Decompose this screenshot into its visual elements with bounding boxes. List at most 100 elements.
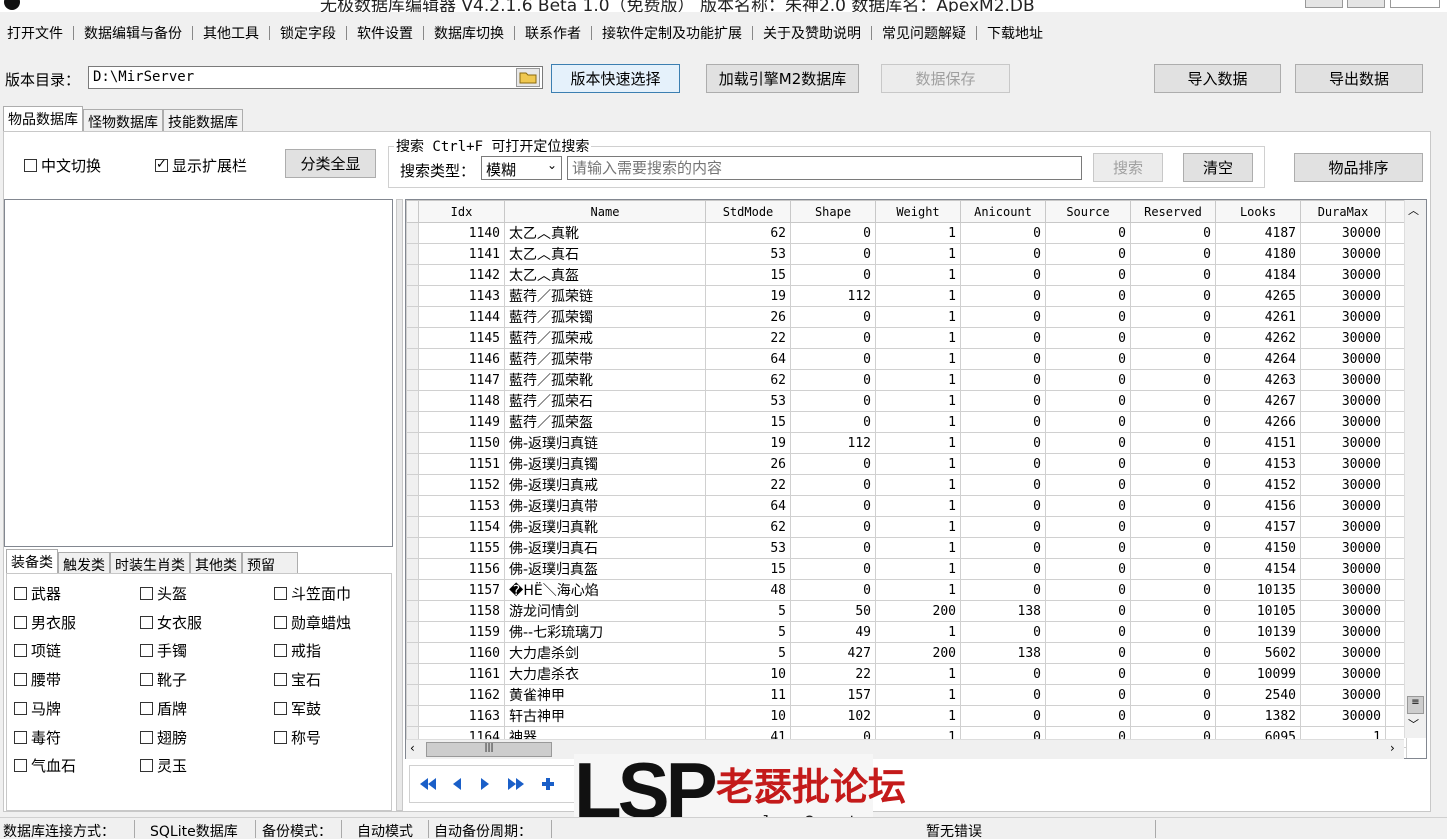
scroll-up-icon[interactable]: ︿ — [1408, 202, 1419, 218]
menu-item[interactable]: 数据编辑与备份 — [74, 23, 192, 43]
row-indicator[interactable] — [406, 243, 419, 265]
cell-shape[interactable]: 0 — [790, 453, 876, 475]
cell-source[interactable]: 0 — [1045, 600, 1131, 622]
cell-name[interactable]: 佛-返璞归真镯 — [504, 453, 706, 475]
table-row[interactable]: 1154 佛-返璞归真靴 62 0 1 0 0 0 4157 30000 — [406, 516, 1407, 538]
clear-button[interactable]: 清空 — [1183, 153, 1253, 182]
cell-shape[interactable]: 102 — [790, 705, 876, 727]
cell-reserved[interactable]: 0 — [1130, 621, 1216, 643]
cell-anicount[interactable]: 0 — [960, 705, 1046, 727]
cell-stdmode[interactable]: 15 — [705, 264, 791, 286]
cell-duramax[interactable]: 30000 — [1300, 495, 1386, 517]
row-indicator[interactable] — [406, 516, 419, 538]
row-indicator[interactable] — [406, 285, 419, 307]
cell-looks[interactable]: 4187 — [1215, 222, 1301, 244]
cell-looks[interactable]: 10139 — [1215, 621, 1301, 643]
add-record-icon[interactable] — [540, 776, 556, 792]
cell-duramax[interactable]: 30000 — [1300, 579, 1386, 601]
category-checkbox[interactable]: 宝石 — [274, 669, 321, 690]
cell-reserved[interactable]: 0 — [1130, 327, 1216, 349]
cell-anicount[interactable]: 0 — [960, 579, 1046, 601]
export-data-button[interactable]: 导出数据 — [1295, 64, 1423, 93]
cell-stdmode[interactable]: 10 — [705, 663, 791, 685]
cell-anicount[interactable]: 0 — [960, 327, 1046, 349]
cell-idx[interactable]: 1158 — [418, 600, 505, 622]
row-indicator[interactable] — [406, 411, 419, 433]
maximize-button[interactable] — [1347, 0, 1385, 8]
table-row[interactable]: 1152 佛-返璞归真戒 22 0 1 0 0 0 4152 30000 — [406, 474, 1407, 496]
cell-idx[interactable]: 1161 — [418, 663, 505, 685]
cell-weight[interactable]: 1 — [875, 495, 961, 517]
cell-weight[interactable]: 1 — [875, 348, 961, 370]
load-engine-db-button[interactable]: 加载引擎M2数据库 — [706, 64, 859, 93]
cell-reserved[interactable]: 0 — [1130, 642, 1216, 664]
cell-stdmode[interactable]: 62 — [705, 222, 791, 244]
cell-source[interactable]: 0 — [1045, 243, 1131, 265]
row-indicator[interactable] — [406, 453, 419, 475]
h-scroll-thumb[interactable]: ||| — [426, 742, 552, 757]
cell-name[interactable]: �НЁ＼海心焰 — [504, 579, 706, 601]
item-list-box[interactable] — [4, 199, 393, 547]
cell-source[interactable]: 0 — [1045, 558, 1131, 580]
cell-shape[interactable]: 0 — [790, 222, 876, 244]
cell-anicount[interactable]: 0 — [960, 390, 1046, 412]
cell-reserved[interactable]: 0 — [1130, 348, 1216, 370]
cell-looks[interactable]: 4153 — [1215, 453, 1301, 475]
cell-idx[interactable]: 1140 — [418, 222, 505, 244]
cell-reserved[interactable]: 0 — [1130, 306, 1216, 328]
cell-reserved[interactable]: 0 — [1130, 264, 1216, 286]
cell-idx[interactable]: 1143 — [418, 285, 505, 307]
prev-record-icon[interactable] — [450, 776, 464, 792]
cell-duramax[interactable]: 30000 — [1300, 705, 1386, 727]
cell-stdmode[interactable]: 48 — [705, 579, 791, 601]
table-row[interactable]: 1144 藍荇／孤荣镯 26 0 1 0 0 0 4261 30000 — [406, 306, 1407, 328]
cell-source[interactable]: 0 — [1045, 327, 1131, 349]
cell-name[interactable]: 大力虐杀剑 — [504, 642, 706, 664]
cell-source[interactable]: 0 — [1045, 453, 1131, 475]
scroll-thumb[interactable]: ≡ — [1407, 696, 1424, 714]
cell-name[interactable]: 佛-返璞归真链 — [504, 432, 706, 454]
category-checkbox[interactable]: 气血石 — [14, 755, 76, 776]
cell-weight[interactable]: 1 — [875, 285, 961, 307]
cell-name[interactable]: 佛-返璞归真戒 — [504, 474, 706, 496]
cell-shape[interactable]: 0 — [790, 411, 876, 433]
cell-source[interactable]: 0 — [1045, 285, 1131, 307]
row-indicator[interactable] — [406, 663, 419, 685]
cell-reserved[interactable]: 0 — [1130, 474, 1216, 496]
cell-name[interactable]: 藍荇／孤荣石 — [504, 390, 706, 412]
cell-source[interactable]: 0 — [1045, 222, 1131, 244]
column-header[interactable]: Reserved — [1130, 200, 1216, 223]
cell-name[interactable]: 藍荇／孤荣链 — [504, 285, 706, 307]
cell-reserved[interactable]: 0 — [1130, 222, 1216, 244]
row-indicator[interactable] — [406, 390, 419, 412]
table-row[interactable]: 1149 藍荇／孤荣盔 15 0 1 0 0 0 4266 30000 — [406, 411, 1407, 433]
column-header[interactable]: StdMode — [705, 200, 791, 223]
cell-shape[interactable]: 0 — [790, 348, 876, 370]
table-row[interactable]: 1157 �НЁ＼海心焰 48 0 1 0 0 0 10135 30000 — [406, 579, 1407, 601]
cell-stdmode[interactable]: 22 — [705, 327, 791, 349]
cell-duramax[interactable]: 30000 — [1300, 600, 1386, 622]
cell-duramax[interactable]: 30000 — [1300, 474, 1386, 496]
table-row[interactable]: 1163 轩古神甲 10 102 1 0 0 0 1382 30000 — [406, 705, 1407, 727]
cell-weight[interactable]: 1 — [875, 243, 961, 265]
cell-reserved[interactable]: 0 — [1130, 369, 1216, 391]
cell-weight[interactable]: 1 — [875, 306, 961, 328]
menu-item[interactable]: 联系作者 — [515, 23, 591, 43]
menu-item[interactable]: 关于及赞助说明 — [753, 23, 871, 43]
cell-duramax[interactable]: 30000 — [1300, 222, 1386, 244]
cell-name[interactable]: 佛-返璞归真带 — [504, 495, 706, 517]
row-indicator[interactable] — [406, 369, 419, 391]
cell-reserved[interactable]: 0 — [1130, 495, 1216, 517]
cell-idx[interactable]: 1160 — [418, 642, 505, 664]
cell-weight[interactable]: 1 — [875, 390, 961, 412]
cell-idx[interactable]: 1147 — [418, 369, 505, 391]
cell-shape[interactable]: 0 — [790, 243, 876, 265]
table-row[interactable]: 1158 游龙问情剑 5 50 200 138 0 0 10105 30000 — [406, 600, 1407, 622]
table-row[interactable]: 1150 佛-返璞归真链 19 112 1 0 0 0 4151 30000 — [406, 432, 1407, 454]
cell-name[interactable]: 太乙︿真靴 — [504, 222, 706, 244]
browse-button[interactable] — [516, 68, 540, 87]
cell-anicount[interactable]: 0 — [960, 306, 1046, 328]
cell-source[interactable]: 0 — [1045, 516, 1131, 538]
cell-source[interactable]: 0 — [1045, 579, 1131, 601]
cell-weight[interactable]: 200 — [875, 642, 961, 664]
